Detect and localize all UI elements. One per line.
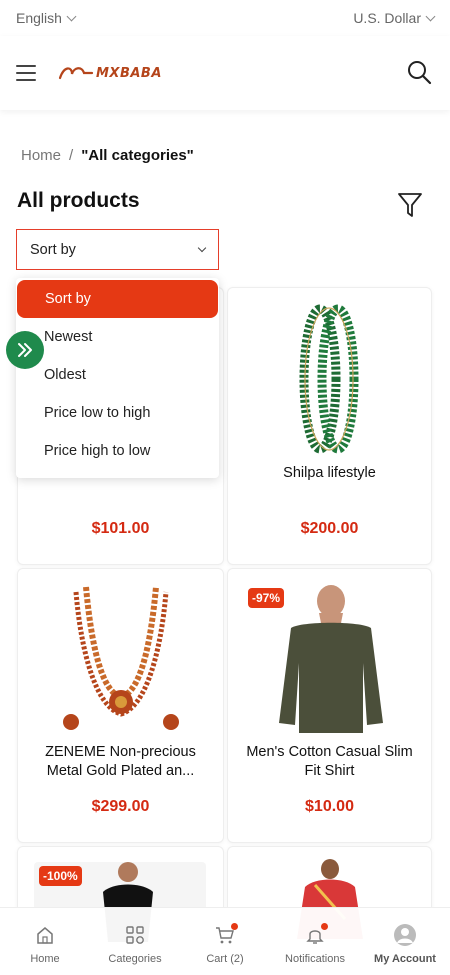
product-price: $101.00 xyxy=(91,520,150,537)
breadcrumb-separator: / xyxy=(69,147,74,164)
product-card[interactable]: ZENEME Non-precious Metal Gold Plated an… xyxy=(17,568,224,843)
nav-categories[interactable]: Categories xyxy=(90,908,180,975)
header: MXBABA xyxy=(0,36,450,110)
page-title: All products xyxy=(17,189,140,212)
cart-badge-dot xyxy=(231,923,238,930)
product-card[interactable]: -97% Men's Cotton Casual Slim Fit Shirt … xyxy=(227,568,432,843)
breadcrumb-current: "All categories" xyxy=(81,147,194,164)
nav-account[interactable]: My Account xyxy=(360,908,450,975)
nav-home[interactable]: Home xyxy=(0,908,90,975)
product-image xyxy=(63,586,179,730)
cart-icon xyxy=(215,921,238,949)
filter-icon[interactable] xyxy=(397,191,423,219)
language-label: English xyxy=(16,10,62,26)
product-name: Men's Cotton Casual Slim Fit Shirt xyxy=(246,744,413,779)
discount-badge: -97% xyxy=(248,588,285,608)
nav-account-label: My Account xyxy=(374,953,436,965)
chevron-down-icon xyxy=(66,11,77,21)
product-image xyxy=(299,304,359,454)
chevron-down-icon xyxy=(425,11,436,21)
menu-icon[interactable] xyxy=(16,65,36,81)
top-bar: English U.S. Dollar xyxy=(0,0,450,36)
nav-home-label: Home xyxy=(30,953,60,965)
chevron-down-icon xyxy=(197,243,207,252)
currency-selector[interactable]: U.S. Dollar xyxy=(353,10,436,26)
sort-option-default[interactable]: Sort by xyxy=(17,280,218,318)
nav-notifications-label: Notifications xyxy=(285,953,345,965)
nav-cart-label: Cart (2) xyxy=(206,953,244,965)
breadcrumb-home[interactable]: Home xyxy=(21,147,61,164)
language-selector[interactable]: English xyxy=(16,10,77,26)
breadcrumb: Home / "All categories" xyxy=(21,147,194,164)
sort-select[interactable]: Sort by xyxy=(16,229,219,270)
search-icon[interactable] xyxy=(406,59,434,87)
product-price: $10.00 xyxy=(305,798,354,815)
sort-dropdown: Sort by Newest Oldest Price low to high … xyxy=(16,278,219,478)
logo[interactable]: MXBABA xyxy=(58,64,162,82)
sort-option-oldest[interactable]: Oldest xyxy=(16,356,219,394)
product-card[interactable]: Shilpa lifestyle $200.00 xyxy=(227,287,432,565)
bottom-nav: Home Categories Cart (2) Notifications M… xyxy=(0,907,450,975)
product-name: ZENEME Non-precious Metal Gold Plated an… xyxy=(45,744,196,779)
logo-text: MXBABA xyxy=(96,65,162,81)
home-icon xyxy=(35,921,55,949)
nav-categories-label: Categories xyxy=(108,953,162,965)
product-price: $200.00 xyxy=(300,520,359,537)
discount-badge: -100% xyxy=(39,866,82,886)
logo-mark-icon xyxy=(58,67,94,80)
double-chevron-right-icon xyxy=(18,343,32,357)
sort-option-price-high-low[interactable]: Price high to low xyxy=(16,432,219,470)
product-name: Shilpa lifestyle xyxy=(283,465,376,481)
currency-label: U.S. Dollar xyxy=(353,10,421,26)
sort-select-label: Sort by xyxy=(30,241,76,258)
product-image xyxy=(279,585,383,733)
notification-badge-dot xyxy=(321,923,328,930)
categories-icon xyxy=(125,921,145,949)
sort-option-newest[interactable]: Newest xyxy=(16,318,219,356)
sort-option-price-low-high[interactable]: Price low to high xyxy=(16,394,219,432)
account-icon xyxy=(393,921,417,949)
product-price: $299.00 xyxy=(91,798,150,815)
nav-notifications[interactable]: Notifications xyxy=(270,908,360,975)
expand-sidebar-button[interactable] xyxy=(6,331,44,369)
bell-icon xyxy=(305,921,328,949)
nav-cart[interactable]: Cart (2) xyxy=(180,908,270,975)
